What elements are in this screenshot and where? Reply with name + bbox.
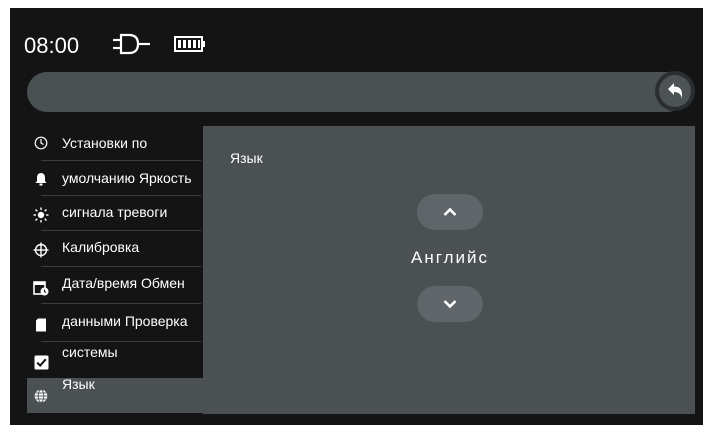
- sidebar-item-data-exchange[interactable]: данными Проверка: [27, 304, 203, 340]
- chevron-up-icon: [443, 207, 457, 216]
- chevron-down-icon: [443, 300, 457, 309]
- scroll-up-button[interactable]: [417, 194, 483, 230]
- sidebar-item-datetime[interactable]: Дата/время Обмен: [27, 267, 203, 303]
- back-button-face: [659, 75, 691, 107]
- sidebar-item-defaults[interactable]: Установки по: [27, 126, 203, 160]
- sidebar-item-brightness[interactable]: умолчанию Яркость: [27, 161, 203, 195]
- clock-icon: [33, 135, 49, 151]
- clock-time: 08:00: [24, 33, 80, 58]
- checkbox-icon: [33, 354, 49, 370]
- sidebar-item-label: сигнала тревоги: [62, 204, 168, 220]
- back-button[interactable]: [655, 71, 695, 111]
- bell-icon: [33, 171, 49, 187]
- sidebar-item-label: Калибровка: [62, 239, 140, 255]
- scroll-down-button[interactable]: [417, 286, 483, 322]
- sidebar-item-label: Язык: [62, 376, 95, 392]
- language-value: Английс: [411, 248, 489, 267]
- sidebar-item-label: Дата/время Обмен: [62, 275, 185, 291]
- sidebar-item-label: системы: [62, 344, 118, 360]
- sun-icon: [33, 207, 49, 223]
- device-screen: 08:00 Установки по умолчанию Яркость сиг…: [10, 8, 703, 425]
- crosshair-icon: [33, 242, 49, 258]
- sidebar-item-label: данными Проверка: [62, 313, 188, 329]
- globe-icon: [33, 388, 49, 404]
- panel-title: Язык: [230, 150, 263, 166]
- sidebar-item-label: Установки по: [62, 135, 148, 151]
- sidebar-item-label: умолчанию Яркость: [62, 170, 192, 186]
- battery-icon: [174, 36, 205, 52]
- language-panel: Язык Английс: [203, 126, 695, 414]
- sd-card-icon: [33, 317, 49, 333]
- back-arrow-icon: [668, 83, 682, 99]
- calendar-clock-icon: [33, 280, 49, 296]
- search-bar[interactable]: [27, 72, 687, 112]
- sidebar-item-alarm[interactable]: сигнала тревоги: [27, 196, 203, 230]
- sidebar-item-calibration[interactable]: Калибровка: [27, 231, 203, 265]
- settings-sidebar: Установки по умолчанию Яркость сигнала т…: [27, 126, 203, 413]
- sidebar-item-system-check[interactable]: системы: [27, 342, 203, 376]
- plug-icon: [113, 33, 150, 55]
- sidebar-item-language[interactable]: Язык: [27, 376, 203, 413]
